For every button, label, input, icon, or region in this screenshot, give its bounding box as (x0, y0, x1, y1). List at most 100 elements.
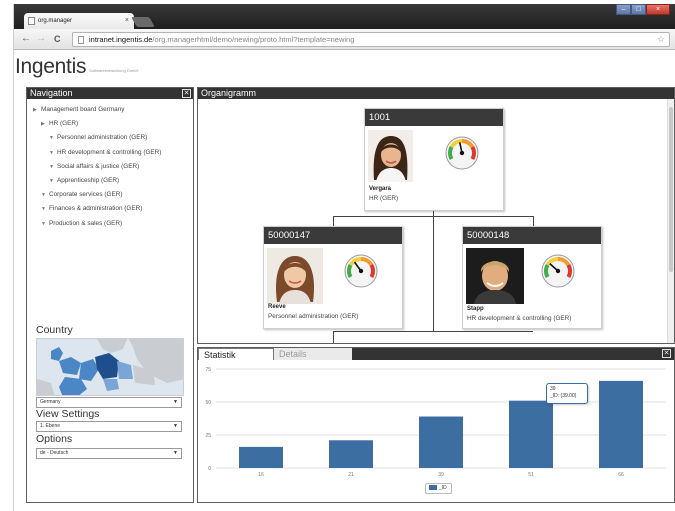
tree-item[interactable]: ▼ Apprenticeship (GER) (33, 174, 193, 188)
back-button[interactable]: ← (21, 33, 31, 45)
url-host: intranet.ingentis.de (89, 35, 153, 44)
page-icon (78, 36, 84, 44)
collapse-arrow-icon[interactable]: ▼ (49, 161, 57, 174)
tab-close-icon[interactable]: × (125, 13, 129, 29)
connector-line (333, 216, 533, 217)
country-select[interactable]: Germany ▼ (36, 397, 182, 408)
gauge-segment (347, 264, 353, 278)
tree-item[interactable]: ▶ HR (GER) (33, 117, 193, 131)
tooltip-value: _ID: (39.00) (550, 393, 577, 399)
tab-details[interactable]: Details (274, 348, 352, 360)
connector-line (333, 216, 334, 226)
legend-label: _ID (439, 485, 447, 491)
view-settings-label: View Settings (36, 408, 100, 420)
bar[interactable] (599, 380, 643, 468)
gauge-icon (344, 254, 378, 288)
page-favicon-icon (28, 17, 35, 25)
collapse-arrow-icon[interactable]: ▼ (41, 189, 49, 202)
person-department: Personnel administration (GER) (268, 313, 359, 320)
tree-item[interactable]: ▼ Personnel administration (GER) (33, 131, 193, 145)
y-tick-label: 50 (205, 400, 211, 406)
collapse-arrow-icon[interactable]: ▼ (41, 218, 49, 231)
tab-strip: org.manager × – □ × (14, 4, 675, 29)
chevron-down-icon: ▼ (173, 450, 178, 456)
statistics-close-icon[interactable]: ✕ (662, 349, 671, 358)
chart-legend[interactable]: _ID (425, 483, 452, 494)
options-select[interactable]: de - Deutsch ▼ (36, 448, 182, 459)
org-card-id: 50000148 (463, 227, 601, 244)
navigation-tree: ▶ Management board Germany ▶ HR (GER) ▼ Perso… (27, 99, 193, 231)
navigation-close-icon[interactable]: ✕ (182, 89, 191, 98)
tab-statistik[interactable]: Statistik (198, 348, 274, 360)
bar[interactable] (239, 446, 283, 468)
orgchart-scrollbar[interactable] (667, 99, 674, 343)
org-card[interactable]: 50000147 Reeve Personnel administration … (263, 226, 403, 329)
person-photo (267, 248, 323, 304)
orgchart-canvas[interactable]: 1001 Vergara HR (GER) 50000147 Reeve Per… (198, 99, 674, 343)
org-card-id: 1001 (365, 109, 503, 126)
gauge-icon (445, 136, 479, 170)
window-close-button[interactable]: × (646, 4, 670, 15)
browser-tab[interactable]: org.manager × (24, 13, 134, 29)
person-name: Vergara (369, 186, 392, 192)
tree-item-label: Production & sales (GER) (49, 219, 123, 227)
address-bar[interactable]: intranet.ingentis.de/org.managerhtml/dem… (72, 32, 670, 47)
tree-item[interactable]: ▼ HR development & controlling (GER) (33, 146, 193, 160)
url-path: /org.managerhtml/demo/newing/proto.html?… (152, 35, 355, 44)
y-tick-label: 0 (208, 466, 211, 472)
gauge-hub (358, 268, 364, 274)
minimize-button[interactable]: – (616, 4, 631, 15)
tree-item-label: Management board Germany (41, 106, 125, 113)
europe-map-graphic (37, 339, 183, 395)
chevron-down-icon: ▼ (173, 399, 178, 405)
reload-button[interactable]: C (54, 33, 61, 45)
browser-toolbar: ← → C intranet.ingentis.de/org.managerht… (14, 29, 675, 50)
options-value: de - Deutsch (40, 450, 69, 456)
y-tick-label: 75 (205, 367, 211, 373)
tree-item[interactable]: ▼ Social affairs & justice (GER) (33, 160, 193, 174)
tree-item[interactable]: ▶ Management board Germany (33, 103, 193, 117)
country-map[interactable] (36, 338, 184, 396)
gauge-segment (448, 146, 454, 160)
maximize-button[interactable]: □ (631, 4, 646, 15)
tree-item-label: HR development & controlling (GER) (57, 148, 162, 156)
person-department: HR (GER) (369, 195, 399, 202)
new-tab-button[interactable] (131, 17, 155, 27)
x-tick-label: 51 (528, 472, 534, 478)
person-name: Reeve (268, 304, 286, 310)
org-card[interactable]: 50000148 Stapp HR development & controll… (462, 226, 602, 329)
connector-line (333, 331, 533, 332)
person-photo (368, 130, 413, 182)
tree-item[interactable]: ▼ Finances & administration (GER) (33, 202, 193, 216)
connector-line (533, 216, 534, 226)
collapse-arrow-icon[interactable]: ▼ (49, 175, 57, 188)
orgchart-header: Organigramm (198, 88, 674, 99)
app-logo: Ingentis (15, 55, 87, 78)
collapse-arrow-icon[interactable]: ▼ (49, 132, 57, 145)
forward-button[interactable]: → (36, 33, 46, 45)
bookmark-star-icon[interactable]: ☆ (657, 33, 665, 46)
collapse-arrow-icon[interactable]: ▼ (49, 147, 57, 160)
bar[interactable] (419, 416, 463, 468)
expand-arrow-icon[interactable]: ▶ (41, 118, 49, 131)
statistics-panel: Statistik Details ✕ 0 25 50 75 16 21 39 51 66 39… (197, 347, 675, 503)
window-controls: – □ × (616, 4, 670, 15)
bar-chart[interactable]: 0 25 50 75 16 21 39 51 66 (198, 360, 674, 503)
gauge-segment (566, 264, 572, 278)
bar[interactable] (329, 440, 373, 468)
tree-item[interactable]: ▼ Production & sales (GER) (33, 217, 193, 231)
collapse-arrow-icon[interactable]: ▼ (41, 203, 49, 216)
view-settings-select[interactable]: 1. Ebene ▼ (36, 421, 182, 432)
org-card[interactable]: 1001 Vergara HR (GER) (364, 108, 504, 211)
tree-item-label: Corporate services (GER) (49, 191, 123, 199)
expand-arrow-icon[interactable]: ▶ (33, 104, 41, 117)
tree-item[interactable]: ▼ Corporate services (GER) (33, 188, 193, 202)
gauge-hub (459, 150, 465, 156)
options-label: Options (36, 433, 73, 445)
scrollbar-thumb[interactable] (669, 107, 673, 272)
connector-line (433, 211, 434, 331)
view-settings-value: 1. Ebene (40, 423, 61, 429)
y-tick-label: 25 (205, 433, 211, 439)
bar[interactable] (509, 400, 553, 468)
navigation-panel: Navigation ✕ ▶ Management board Germany ▶ H… (26, 87, 194, 503)
